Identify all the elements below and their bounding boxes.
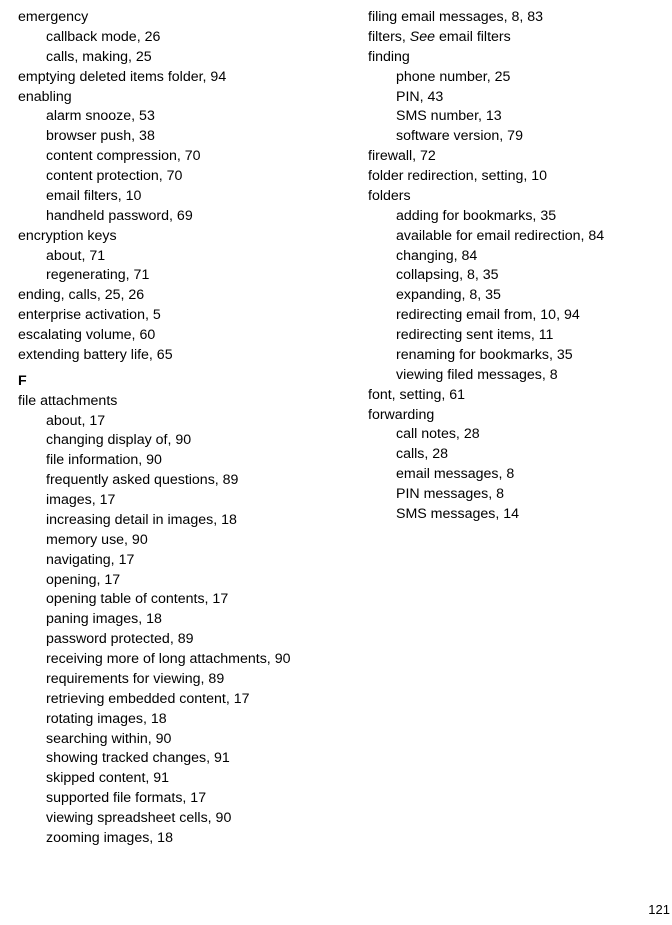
index-entry: about, 17 [18, 412, 348, 432]
index-entry: callback mode, 26 [18, 28, 348, 48]
index-entry: enabling [18, 88, 348, 108]
index-entry: email filters, 10 [18, 187, 348, 207]
index-see-target: email filters [435, 29, 511, 45]
index-entry: viewing filed messages, 8 [368, 366, 648, 386]
index-entry: folder redirection, setting, 10 [368, 167, 648, 187]
index-entry: content protection, 70 [18, 167, 348, 187]
index-section-letter: F [18, 372, 348, 392]
index-page: emergencycallback mode, 26calls, making,… [0, 0, 672, 925]
index-entry: memory use, 90 [18, 531, 348, 551]
index-entry: images, 17 [18, 491, 348, 511]
index-entry: regenerating, 71 [18, 266, 348, 286]
index-column-left: emergencycallback mode, 26calls, making,… [18, 8, 348, 849]
index-entry: ending, calls, 25, 26 [18, 286, 348, 306]
index-entry: calls, making, 25 [18, 48, 348, 68]
index-entry: emptying deleted items folder, 94 [18, 68, 348, 88]
index-entry: file information, 90 [18, 451, 348, 471]
index-entry: frequently asked questions, 89 [18, 471, 348, 491]
index-entry: about, 71 [18, 247, 348, 267]
index-entry: renaming for bookmarks, 35 [368, 346, 648, 366]
index-entry: opening, 17 [18, 571, 348, 591]
index-entry: forwarding [368, 406, 648, 426]
index-entry: encryption keys [18, 227, 348, 247]
index-entry: requirements for viewing, 89 [18, 670, 348, 690]
index-entry: zooming images, 18 [18, 829, 348, 849]
index-entry: filters, See email filters [368, 28, 648, 48]
index-entry: changing display of, 90 [18, 431, 348, 451]
index-entry: enterprise activation, 5 [18, 306, 348, 326]
index-entry: opening table of contents, 17 [18, 590, 348, 610]
index-entry: adding for bookmarks, 35 [368, 207, 648, 227]
index-entry: escalating volume, 60 [18, 326, 348, 346]
index-entry: paning images, 18 [18, 610, 348, 630]
index-entry: showing tracked changes, 91 [18, 749, 348, 769]
index-see-word: See [410, 29, 435, 45]
index-entry: supported file formats, 17 [18, 789, 348, 809]
index-column-right: filing email messages, 8, 83filters, See… [368, 8, 648, 849]
index-entry: navigating, 17 [18, 551, 348, 571]
index-entry: changing, 84 [368, 247, 648, 267]
index-entry: phone number, 25 [368, 68, 648, 88]
index-entry: PIN, 43 [368, 88, 648, 108]
index-entry: searching within, 90 [18, 730, 348, 750]
index-entry: SMS number, 13 [368, 107, 648, 127]
index-entry: browser push, 38 [18, 127, 348, 147]
index-entry-prefix: filters, [368, 29, 410, 45]
index-entry: call notes, 28 [368, 425, 648, 445]
index-entry: firewall, 72 [368, 147, 648, 167]
index-entry: software version, 79 [368, 127, 648, 147]
index-entry: PIN messages, 8 [368, 485, 648, 505]
index-entry: rotating images, 18 [18, 710, 348, 730]
index-entry: file attachments [18, 392, 348, 412]
index-entry: receiving more of long attachments, 90 [18, 650, 348, 670]
index-entry: alarm snooze, 53 [18, 107, 348, 127]
index-entry: handheld password, 69 [18, 207, 348, 227]
index-entry: content compression, 70 [18, 147, 348, 167]
index-entry: redirecting email from, 10, 94 [368, 306, 648, 326]
index-entry: font, setting, 61 [368, 386, 648, 406]
index-entry: password protected, 89 [18, 630, 348, 650]
index-entry: expanding, 8, 35 [368, 286, 648, 306]
index-entry: emergency [18, 8, 348, 28]
index-entry: viewing spreadsheet cells, 90 [18, 809, 348, 829]
index-entry: filing email messages, 8, 83 [368, 8, 648, 28]
index-entry: finding [368, 48, 648, 68]
index-columns: emergencycallback mode, 26calls, making,… [18, 8, 654, 849]
page-number: 121 [648, 901, 670, 919]
index-entry: retrieving embedded content, 17 [18, 690, 348, 710]
index-entry: calls, 28 [368, 445, 648, 465]
index-entry: collapsing, 8, 35 [368, 266, 648, 286]
index-entry: extending battery life, 65 [18, 346, 348, 366]
index-entry: available for email redirection, 84 [368, 227, 648, 247]
index-entry: email messages, 8 [368, 465, 648, 485]
index-entry: folders [368, 187, 648, 207]
index-entry: skipped content, 91 [18, 769, 348, 789]
index-entry: increasing detail in images, 18 [18, 511, 348, 531]
index-entry: SMS messages, 14 [368, 505, 648, 525]
index-entry: redirecting sent items, 11 [368, 326, 648, 346]
